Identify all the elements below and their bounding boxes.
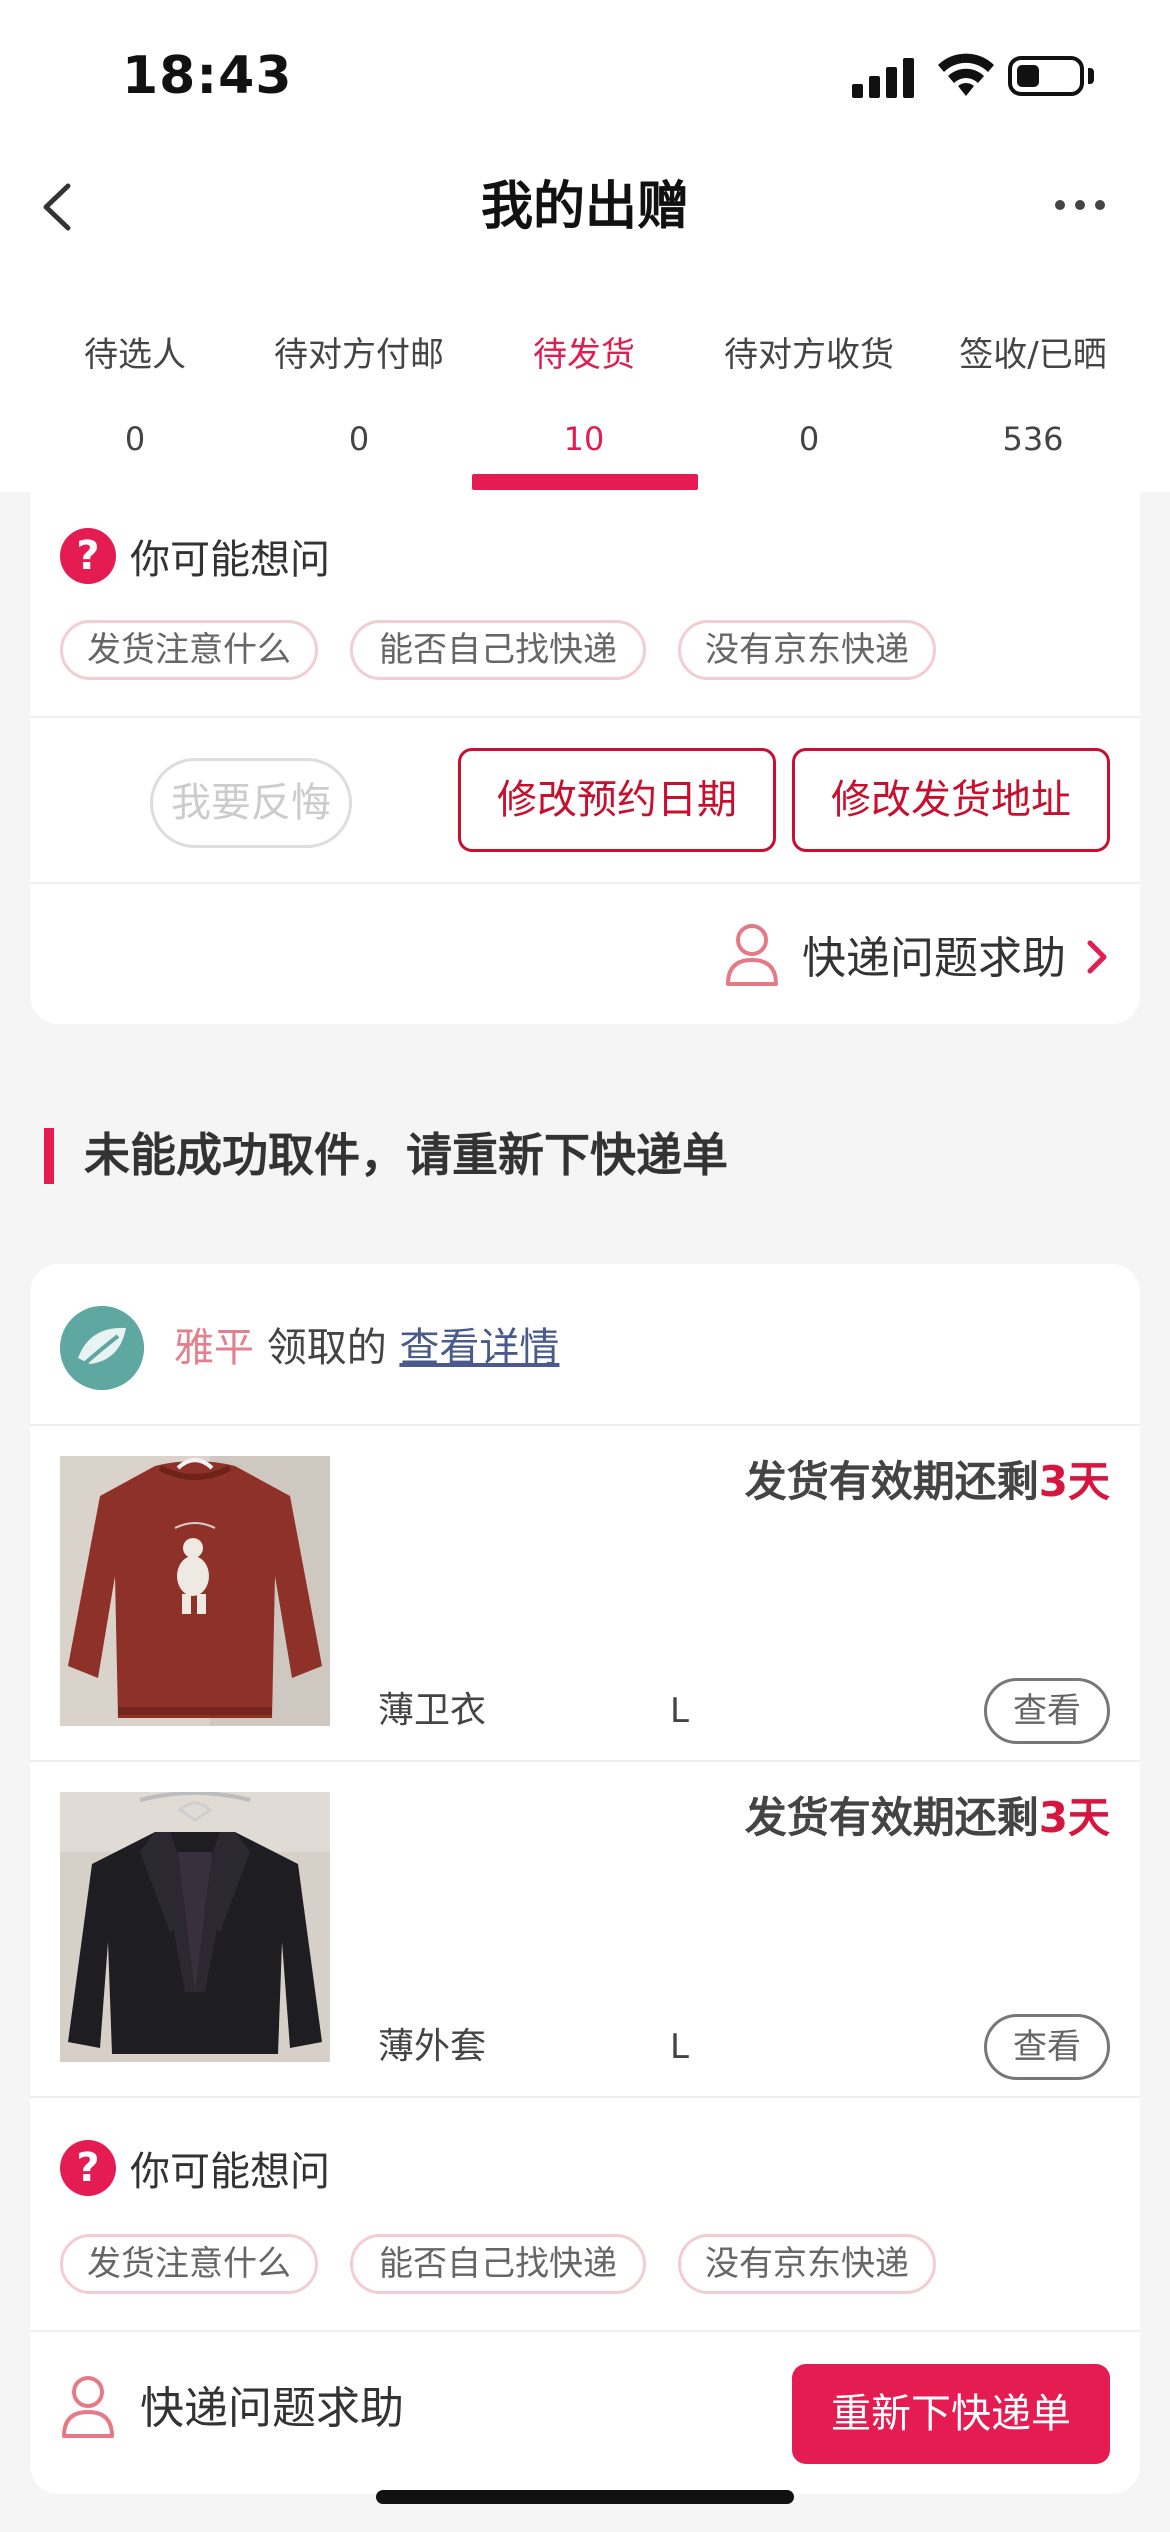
- question-icon: ?: [60, 528, 116, 584]
- faq-chip-no-jd-express[interactable]: 没有京东快递: [678, 2234, 936, 2294]
- tab-count: 0: [124, 420, 146, 458]
- tab-signed-shared[interactable]: 签收/已晒 536: [916, 330, 1150, 464]
- tab-count: 0: [348, 420, 370, 458]
- tab-pending-shipment[interactable]: 待发货 10: [467, 330, 701, 464]
- section-marker: [44, 1128, 54, 1184]
- divider: [30, 882, 1140, 884]
- faq-chip-own-courier[interactable]: 能否自己找快递: [350, 2234, 646, 2294]
- person-icon: [62, 2376, 114, 2438]
- item-photo-sweatshirt[interactable]: [60, 1456, 330, 1726]
- change-date-button[interactable]: 修改预约日期: [458, 748, 776, 852]
- faq-chip-no-jd-express[interactable]: 没有京东快递: [678, 620, 936, 680]
- shipping-deadline: 发货有效期还剩3天: [560, 1452, 1110, 1512]
- page-title: 我的出赠: [480, 177, 689, 237]
- tab-label: 待选人: [84, 335, 186, 375]
- divider: [30, 716, 1140, 718]
- battery-tip: [1088, 68, 1094, 84]
- divider: [30, 1760, 1140, 1762]
- view-item-button[interactable]: 查看: [984, 1678, 1110, 1744]
- divider: [30, 1424, 1140, 1426]
- claim-info: 雅平 领取的 查看详情: [174, 1318, 559, 1378]
- faq-title: 你可能想问: [130, 2149, 330, 2195]
- regret-button[interactable]: 我要反悔: [150, 758, 352, 848]
- reorder-courier-button[interactable]: 重新下快递单: [792, 2364, 1110, 2464]
- avatar[interactable]: [60, 1306, 144, 1390]
- question-icon: ?: [60, 2140, 116, 2196]
- tab-label: 待发货: [533, 335, 635, 375]
- signal-icon: [852, 58, 914, 98]
- chevron-right-icon: [1087, 940, 1107, 974]
- tab-label: 签收/已晒: [959, 335, 1107, 375]
- item-photo-jacket[interactable]: [60, 1792, 330, 2062]
- person-icon: [726, 924, 778, 986]
- divider: [30, 2096, 1140, 2098]
- home-indicator[interactable]: [376, 2490, 794, 2504]
- deadline-days: 3天: [1038, 1457, 1110, 1506]
- deadline-prefix: 发货有效期还剩: [744, 1793, 1039, 1842]
- view-details-link[interactable]: 查看详情: [399, 1325, 559, 1371]
- faq-chip-shipping-notes[interactable]: 发货注意什么: [60, 2234, 318, 2294]
- tab-count: 536: [1002, 420, 1064, 458]
- tab-count: 0: [798, 420, 820, 458]
- leaf-logo-icon: [60, 1306, 144, 1390]
- wifi-icon: [938, 53, 994, 96]
- deadline-prefix: 发货有效期还剩: [744, 1457, 1039, 1506]
- more-options-icon[interactable]: [1050, 190, 1110, 220]
- tab-pending-postage[interactable]: 待对方付邮 0: [242, 330, 476, 464]
- item-name: 薄卫衣: [378, 1690, 487, 1731]
- faq-chip-own-courier[interactable]: 能否自己找快递: [350, 620, 646, 680]
- view-item-button[interactable]: 查看: [984, 2014, 1110, 2080]
- item-size: L: [670, 2027, 689, 2067]
- item-name: 薄外套: [378, 2026, 487, 2067]
- deadline-days: 3天: [1038, 1793, 1110, 1842]
- shipping-deadline: 发货有效期还剩3天: [560, 1788, 1110, 1848]
- battery-icon: [1008, 56, 1084, 96]
- tab-pending-selection[interactable]: 待选人 0: [18, 330, 252, 464]
- tab-pending-receipt[interactable]: 待对方收货 0: [692, 330, 926, 464]
- courier-help-link[interactable]: 快递问题求助: [802, 924, 1066, 994]
- tab-count: 10: [563, 420, 605, 458]
- tab-label: 待对方付邮: [274, 335, 444, 375]
- status-time: 18:43: [122, 46, 293, 106]
- section-title: 未能成功取件，请重新下快递单: [84, 1128, 728, 1182]
- tab-label: 待对方收货: [724, 335, 894, 375]
- faq-title: 你可能想问: [130, 537, 330, 583]
- faq-chip-shipping-notes[interactable]: 发货注意什么: [60, 620, 318, 680]
- active-tab-indicator: [472, 474, 698, 490]
- courier-help-link[interactable]: 快递问题求助: [140, 2374, 404, 2444]
- divider: [30, 2330, 1140, 2332]
- claim-text: 领取的: [266, 1325, 387, 1371]
- change-address-button[interactable]: 修改发货地址: [792, 748, 1110, 852]
- claimer-name[interactable]: 雅平: [174, 1325, 254, 1371]
- item-size: L: [670, 1691, 689, 1731]
